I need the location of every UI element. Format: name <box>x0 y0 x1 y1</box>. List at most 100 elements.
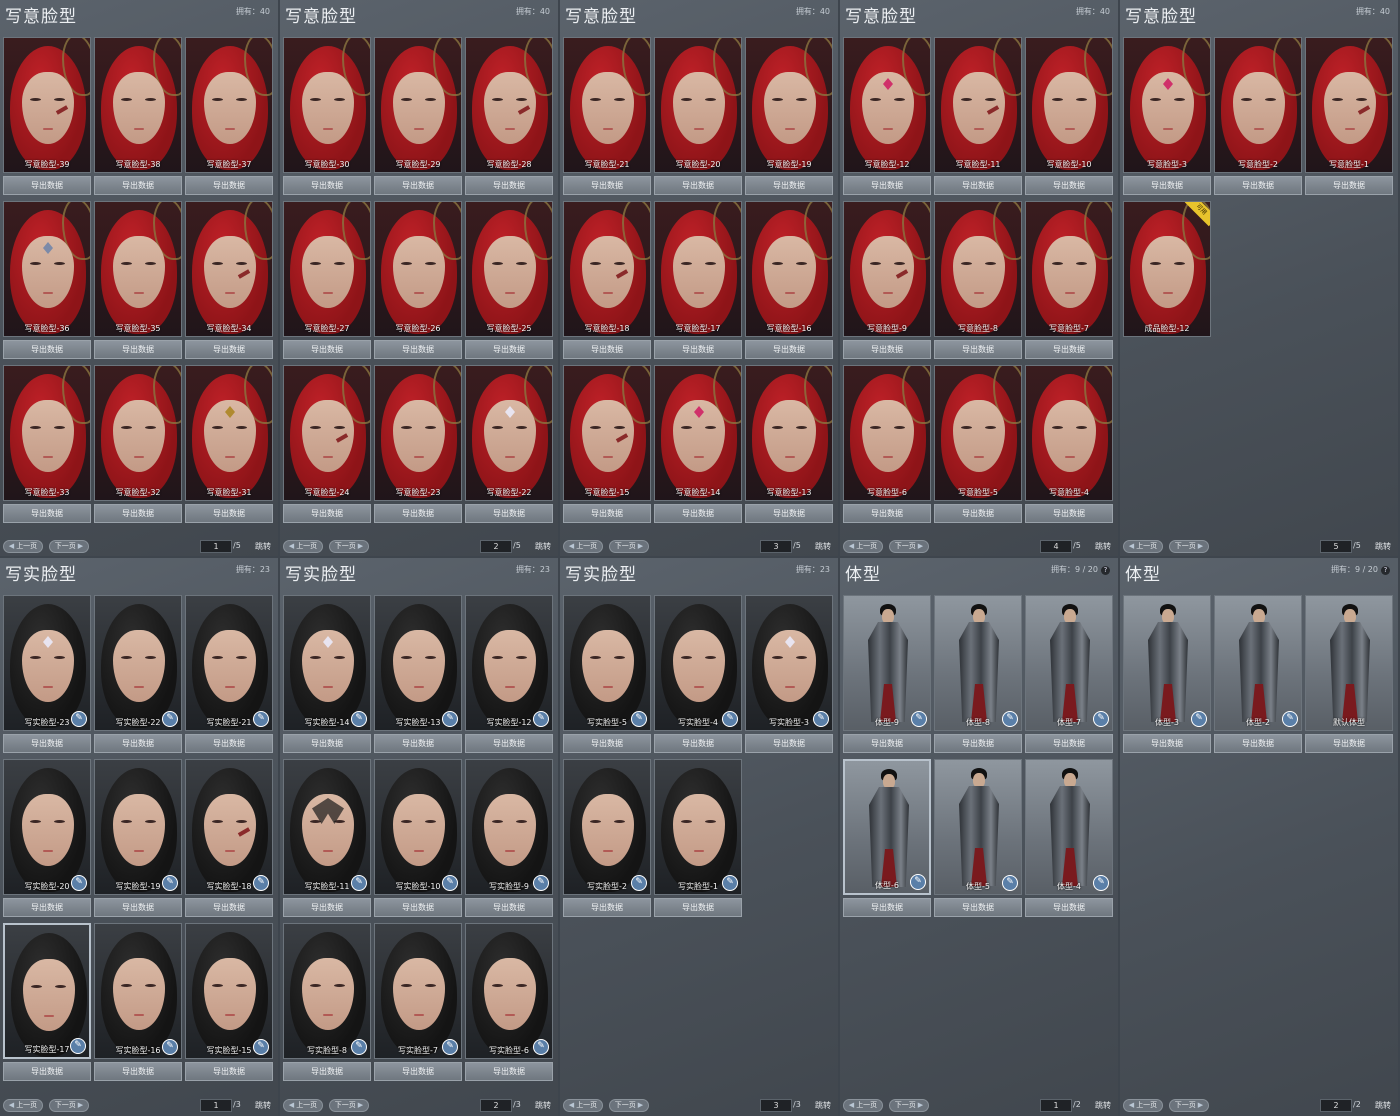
preset-thumbnail[interactable]: 写意脸型-13 <box>745 365 833 501</box>
export-data-button[interactable]: 导出数据 <box>563 734 651 753</box>
preset-thumbnail[interactable]: 写实脸型-6 ✎ <box>465 923 553 1059</box>
export-data-button[interactable]: 导出数据 <box>374 340 462 359</box>
preset-thumbnail[interactable]: 写意脸型-15 <box>563 365 651 501</box>
preset-thumbnail[interactable]: 写意脸型-35 <box>94 201 182 337</box>
preset-thumbnail[interactable]: 体型-6 ✎ <box>843 759 931 895</box>
brush-icon[interactable]: ✎ <box>1282 711 1298 727</box>
preset-thumbnail[interactable]: 写意脸型-30 <box>283 37 371 173</box>
export-data-button[interactable]: 导出数据 <box>185 176 273 195</box>
prev-page-button[interactable]: ◀ 上一页 <box>283 540 323 553</box>
preset-thumbnail[interactable]: 写实脸型-12 ✎ <box>465 595 553 731</box>
export-data-button[interactable]: 导出数据 <box>563 504 651 523</box>
export-data-button[interactable]: 导出数据 <box>843 898 931 917</box>
preset-thumbnail[interactable]: 写意脸型-29 <box>374 37 462 173</box>
preset-card[interactable]: 写实脸型-21 ✎ 导出数据 <box>185 595 273 755</box>
next-page-button[interactable]: 下一页 ▶ <box>1169 540 1209 553</box>
preset-thumbnail[interactable]: 写意脸型-27 <box>283 201 371 337</box>
page-number-input[interactable]: 1 <box>200 1099 232 1112</box>
preset-thumbnail[interactable]: 写实脸型-13 ✎ <box>374 595 462 731</box>
preset-card[interactable]: 默认体型 导出数据 <box>1305 595 1393 755</box>
export-data-button[interactable]: 导出数据 <box>745 734 833 753</box>
export-data-button[interactable]: 导出数据 <box>94 504 182 523</box>
preset-thumbnail[interactable]: 写意脸型-11 <box>934 37 1022 173</box>
preset-thumbnail[interactable]: 写意脸型-12 <box>843 37 931 173</box>
export-data-button[interactable]: 导出数据 <box>934 176 1022 195</box>
preset-card[interactable]: 写实脸型-2 ✎ 导出数据 <box>563 759 651 919</box>
preset-thumbnail[interactable]: 写意脸型-8 <box>934 201 1022 337</box>
export-data-button[interactable]: 导出数据 <box>374 898 462 917</box>
preset-thumbnail[interactable]: 写实脸型-14 ✎ <box>283 595 371 731</box>
export-data-button[interactable]: 导出数据 <box>465 340 553 359</box>
preset-card[interactable]: 写实脸型-17 ✎ 导出数据 <box>3 923 91 1083</box>
preset-thumbnail[interactable]: 写意脸型-26 <box>374 201 462 337</box>
preset-card[interactable]: 写意脸型-21 导出数据 <box>563 37 651 197</box>
preset-card[interactable]: 写实脸型-18 ✎ 导出数据 <box>185 759 273 919</box>
preset-card[interactable]: 写意脸型-7 导出数据 <box>1025 201 1113 361</box>
preset-thumbnail[interactable]: 写实脸型-7 ✎ <box>374 923 462 1059</box>
preset-thumbnail[interactable]: 默认体型 <box>1305 595 1393 731</box>
preset-card[interactable]: 写实脸型-9 ✎ 导出数据 <box>465 759 553 919</box>
preset-card[interactable]: 写实脸型-20 ✎ 导出数据 <box>3 759 91 919</box>
preset-thumbnail[interactable]: 写实脸型-22 ✎ <box>94 595 182 731</box>
preset-card[interactable]: 写意脸型-33 导出数据 <box>3 365 91 525</box>
preset-card[interactable]: 写意脸型-35 导出数据 <box>94 201 182 361</box>
preset-card[interactable]: 体型-8 ✎ 导出数据 <box>934 595 1022 755</box>
preset-thumbnail[interactable]: 体型-9 ✎ <box>843 595 931 731</box>
export-data-button[interactable]: 导出数据 <box>374 504 462 523</box>
export-data-button[interactable]: 导出数据 <box>563 176 651 195</box>
export-data-button[interactable]: 导出数据 <box>185 504 273 523</box>
preset-card[interactable]: 写意脸型-27 导出数据 <box>283 201 371 361</box>
brush-icon[interactable]: ✎ <box>253 875 269 891</box>
export-data-button[interactable]: 导出数据 <box>654 176 742 195</box>
export-data-button[interactable]: 导出数据 <box>745 176 833 195</box>
export-data-button[interactable]: 导出数据 <box>654 734 742 753</box>
export-data-button[interactable]: 导出数据 <box>1025 176 1113 195</box>
preset-card[interactable]: 体型-6 ✎ 导出数据 <box>843 759 931 919</box>
export-data-button[interactable]: 导出数据 <box>185 734 273 753</box>
jump-button[interactable]: 跳转 <box>531 1099 555 1112</box>
preset-card[interactable]: 写实脸型-6 ✎ 导出数据 <box>465 923 553 1083</box>
preset-thumbnail[interactable]: 写实脸型-19 ✎ <box>94 759 182 895</box>
preset-card[interactable]: 写实脸型-1 ✎ 导出数据 <box>654 759 742 919</box>
export-data-button[interactable]: 导出数据 <box>94 734 182 753</box>
preset-thumbnail[interactable]: 写意脸型-25 <box>465 201 553 337</box>
page-number-input[interactable]: 2 <box>1320 1099 1352 1112</box>
preset-thumbnail[interactable]: 写意脸型-33 <box>3 365 91 501</box>
export-data-button[interactable]: 导出数据 <box>185 340 273 359</box>
preset-thumbnail[interactable]: 体型-4 ✎ <box>1025 759 1113 895</box>
prev-page-button[interactable]: ◀ 上一页 <box>3 1099 43 1112</box>
preset-thumbnail[interactable]: 写意脸型-37 <box>185 37 273 173</box>
preset-card[interactable]: 体型-3 ✎ 导出数据 <box>1123 595 1211 755</box>
preset-thumbnail[interactable]: 写实脸型-2 ✎ <box>563 759 651 895</box>
preset-card[interactable]: 写意脸型-28 导出数据 <box>465 37 553 197</box>
preset-thumbnail[interactable]: 写意脸型-36 <box>3 201 91 337</box>
preset-card[interactable]: 体型-2 ✎ 导出数据 <box>1214 595 1302 755</box>
preset-thumbnail[interactable]: 写实脸型-3 ✎ <box>745 595 833 731</box>
preset-thumbnail[interactable]: 写意脸型-23 <box>374 365 462 501</box>
preset-thumbnail[interactable]: 写意脸型-24 <box>283 365 371 501</box>
export-data-button[interactable]: 导出数据 <box>3 176 91 195</box>
brush-icon[interactable]: ✎ <box>253 711 269 727</box>
export-data-button[interactable]: 导出数据 <box>934 898 1022 917</box>
preset-card[interactable]: 写意脸型-18 导出数据 <box>563 201 651 361</box>
preset-thumbnail[interactable]: 写意脸型-28 <box>465 37 553 173</box>
export-data-button[interactable]: 导出数据 <box>3 340 91 359</box>
export-data-button[interactable]: 导出数据 <box>1123 176 1211 195</box>
preset-thumbnail[interactable]: 写意脸型-18 <box>563 201 651 337</box>
brush-icon[interactable]: ✎ <box>162 1039 178 1055</box>
preset-thumbnail[interactable]: 写实脸型-8 ✎ <box>283 923 371 1059</box>
brush-icon[interactable]: ✎ <box>1002 711 1018 727</box>
preset-thumbnail[interactable]: 写意脸型-7 <box>1025 201 1113 337</box>
preset-thumbnail[interactable]: 体型-7 ✎ <box>1025 595 1113 731</box>
brush-icon[interactable]: ✎ <box>442 711 458 727</box>
jump-button[interactable]: 跳转 <box>811 1099 835 1112</box>
export-data-button[interactable]: 导出数据 <box>1123 734 1211 753</box>
brush-icon[interactable]: ✎ <box>533 1039 549 1055</box>
prev-page-button[interactable]: ◀ 上一页 <box>843 540 883 553</box>
export-data-button[interactable]: 导出数据 <box>374 734 462 753</box>
preset-thumbnail[interactable]: 写意脸型-19 <box>745 37 833 173</box>
brush-icon[interactable]: ✎ <box>722 875 738 891</box>
preset-thumbnail[interactable]: 写实脸型-18 ✎ <box>185 759 273 895</box>
preset-thumbnail[interactable]: 写实脸型-10 ✎ <box>374 759 462 895</box>
preset-thumbnail[interactable]: 写意脸型-16 <box>745 201 833 337</box>
